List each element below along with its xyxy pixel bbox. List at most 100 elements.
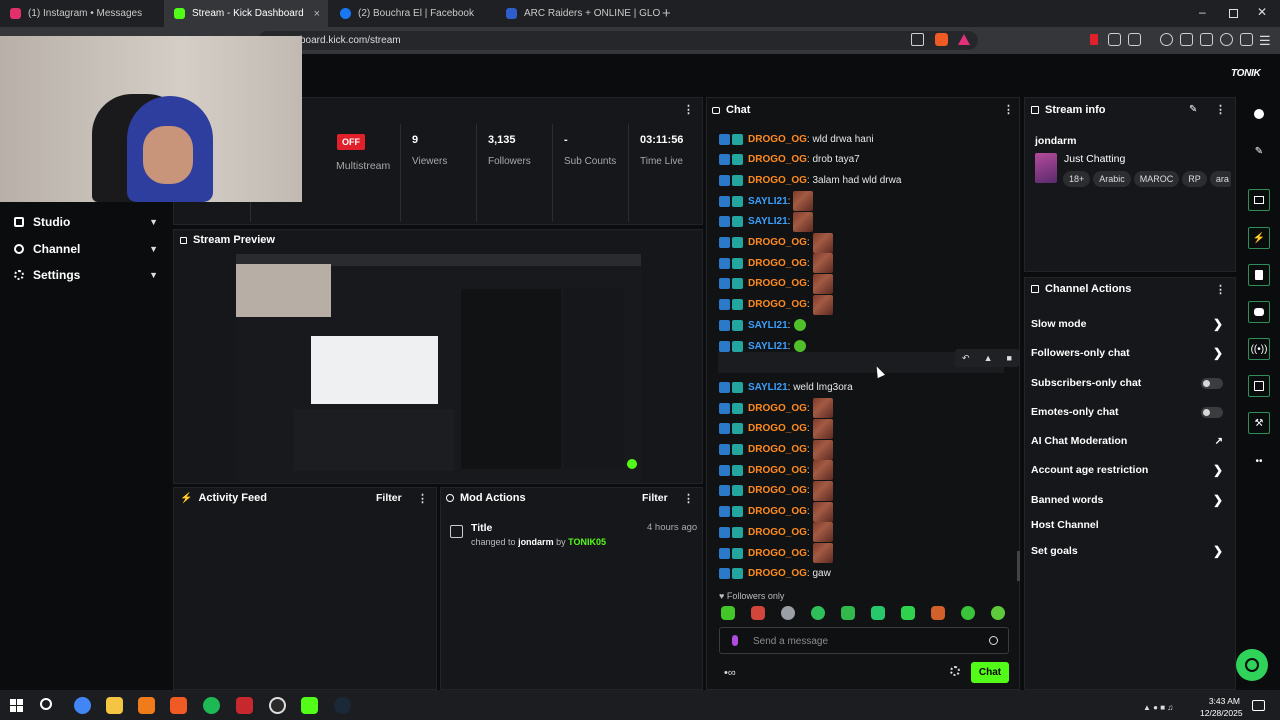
chat-username[interactable]: DROGO_OG bbox=[748, 548, 807, 559]
chat-badge-icons[interactable]: •∞ bbox=[724, 667, 736, 679]
music-icon[interactable] bbox=[1160, 33, 1173, 46]
chat-username[interactable]: DROGO_OG bbox=[748, 444, 807, 455]
support-chat-button[interactable] bbox=[1236, 649, 1268, 681]
action-banned-words[interactable]: Banned words ❯ bbox=[1031, 492, 1229, 508]
chat-username[interactable]: DROGO_OG bbox=[748, 403, 807, 414]
detail-actor[interactable]: TONIK05 bbox=[568, 537, 606, 547]
action-slow-mode[interactable]: Slow mode ❯ bbox=[1031, 316, 1229, 332]
chat-message[interactable]: DROGO_OG: wld drwa hani bbox=[719, 130, 874, 148]
chat-message[interactable]: DROGO_OG: bbox=[719, 522, 833, 543]
sidebar-item-settings[interactable]: Settings ▼ bbox=[14, 268, 162, 282]
chat-message[interactable]: SAYLI21: bbox=[719, 316, 807, 334]
microphone-icon[interactable] bbox=[732, 635, 738, 646]
chat-username[interactable]: DROGO_OG bbox=[748, 527, 807, 538]
action-set-goals[interactable]: Set goals ❯ bbox=[1031, 543, 1229, 559]
chat-scrollbar[interactable] bbox=[1017, 551, 1020, 581]
preview-toggle-icon[interactable] bbox=[1248, 189, 1270, 211]
chat-username[interactable]: DROGO_OG bbox=[748, 299, 807, 310]
tab-facebook[interactable]: (2) Bouchra El | Facebook bbox=[330, 0, 494, 27]
chat-message[interactable]: DROGO_OG: drob taya7 bbox=[719, 151, 860, 169]
brave-shield-icon[interactable] bbox=[935, 33, 948, 46]
minimize-icon[interactable]: – bbox=[1199, 5, 1206, 19]
chat-username[interactable]: DROGO_OG bbox=[748, 485, 807, 496]
chat-message[interactable]: DROGO_OG: bbox=[719, 232, 833, 253]
chat-username[interactable]: DROGO_OG bbox=[748, 568, 807, 579]
chrome-icon[interactable] bbox=[74, 697, 91, 714]
chat-message[interactable]: DROGO_OG: bbox=[719, 398, 833, 419]
emote-icon[interactable] bbox=[781, 606, 795, 620]
action-host-channel[interactable]: Host Channel bbox=[1031, 517, 1229, 533]
taskbar-clock[interactable]: 3:43 AM 12/28/2025 bbox=[1200, 695, 1243, 719]
tab-arc-raiders[interactable]: ARC Raiders + ONLINE | GLOBAL | AI bbox=[496, 0, 660, 27]
share-icon[interactable] bbox=[911, 33, 924, 46]
chat-username[interactable]: SAYLI21 bbox=[748, 196, 788, 207]
more-options-icon[interactable]: ⋮ bbox=[1215, 283, 1226, 296]
chat-toggle-icon[interactable] bbox=[1248, 301, 1270, 323]
edit-icon[interactable]: ✎ bbox=[1248, 140, 1270, 162]
stream-info-toggle-icon[interactable] bbox=[1248, 375, 1270, 397]
emote-icon[interactable] bbox=[961, 606, 975, 620]
chat-message[interactable]: DROGO_OG: bbox=[719, 253, 833, 274]
vpn-icon[interactable] bbox=[1240, 33, 1253, 46]
category-name[interactable]: Just Chatting bbox=[1064, 153, 1125, 165]
tools-toggle-icon[interactable]: ⚒ bbox=[1248, 412, 1270, 434]
extensions-icon[interactable] bbox=[1108, 33, 1121, 46]
windows-start-icon[interactable] bbox=[10, 699, 23, 712]
multistream-label[interactable]: Multistream bbox=[336, 160, 390, 172]
menu-icon[interactable]: ☰ bbox=[1259, 33, 1271, 49]
recording-icon[interactable] bbox=[1090, 34, 1098, 45]
sidebar-item-studio[interactable]: Studio ▼ bbox=[14, 215, 162, 229]
layout-icon[interactable]: •• bbox=[1248, 450, 1270, 472]
close-tab-icon[interactable]: × bbox=[314, 8, 320, 20]
chat-message[interactable]: DROGO_OG: 3alam had wld drwa bbox=[719, 171, 901, 189]
chat-username[interactable]: DROGO_OG bbox=[748, 258, 807, 269]
new-tab-button[interactable]: + bbox=[662, 5, 671, 22]
emoji-icon[interactable] bbox=[989, 636, 998, 645]
restore-icon[interactable] bbox=[1229, 9, 1238, 18]
more-options-icon[interactable]: ⋮ bbox=[1003, 103, 1014, 116]
pin-icon[interactable]: ▲ bbox=[984, 353, 993, 363]
broadcast-toggle-icon[interactable]: ((•)) bbox=[1248, 338, 1270, 360]
subscribers-only-toggle[interactable] bbox=[1201, 377, 1223, 389]
chat-message[interactable]: DROGO_OG: bbox=[719, 418, 833, 439]
app-icon[interactable] bbox=[138, 697, 155, 714]
info-icon[interactable] bbox=[1248, 103, 1270, 125]
spotify-icon[interactable] bbox=[203, 697, 220, 714]
system-tray-icons[interactable]: ▲ ● ■ ♫ bbox=[1143, 703, 1173, 712]
obs-icon[interactable] bbox=[269, 697, 286, 714]
more-options-icon[interactable]: ⋮ bbox=[683, 103, 694, 116]
emote-icon[interactable] bbox=[931, 606, 945, 620]
close-window-icon[interactable]: ✕ bbox=[1257, 5, 1267, 19]
voicemeeter-icon[interactable] bbox=[236, 697, 253, 714]
chat-message[interactable]: DROGO_OG: bbox=[719, 439, 833, 460]
edit-pencil-icon[interactable]: ✎ bbox=[1189, 104, 1197, 115]
activity-toggle-icon[interactable]: ⚡ bbox=[1248, 227, 1270, 249]
brave-icon[interactable] bbox=[170, 697, 187, 714]
chat-username[interactable]: DROGO_OG bbox=[748, 423, 807, 434]
chat-message[interactable]: DROGO_OG: bbox=[719, 480, 833, 501]
action-ai-moderation[interactable]: AI Chat Moderation ↗ bbox=[1031, 433, 1229, 449]
filter-button[interactable]: Filter bbox=[642, 492, 668, 504]
chat-username[interactable]: DROGO_OG bbox=[748, 154, 807, 165]
sidebar-toggle-icon[interactable] bbox=[1180, 33, 1193, 46]
more-options-icon[interactable]: ⋮ bbox=[1215, 103, 1226, 116]
delete-icon[interactable]: ■ bbox=[1007, 353, 1012, 363]
filter-button[interactable]: Filter bbox=[376, 492, 402, 504]
search-icon[interactable] bbox=[40, 698, 52, 710]
stream-preview-video[interactable] bbox=[236, 254, 641, 482]
chat-message[interactable]: DROGO_OG: bbox=[719, 543, 833, 563]
chat-username[interactable]: DROGO_OG bbox=[748, 506, 807, 517]
action-account-age[interactable]: Account age restriction ❯ bbox=[1031, 462, 1229, 478]
chat-username[interactable]: DROGO_OG bbox=[748, 134, 807, 145]
chat-username[interactable]: SAYLI21 bbox=[748, 382, 788, 393]
more-options-icon[interactable]: ⋮ bbox=[683, 492, 694, 505]
emote-icon[interactable] bbox=[751, 606, 765, 620]
chat-message[interactable]: SAYLI21: weld lmg3ora bbox=[719, 378, 853, 396]
file-explorer-icon[interactable] bbox=[106, 697, 123, 714]
tab-kick-dashboard[interactable]: Stream - Kick Dashboard × bbox=[164, 0, 328, 27]
notifications-icon[interactable] bbox=[1252, 700, 1265, 711]
brave-rewards-icon[interactable] bbox=[958, 34, 970, 45]
emote-icon[interactable] bbox=[871, 606, 885, 620]
kick-studio-icon[interactable] bbox=[301, 697, 318, 714]
chat-message[interactable]: DROGO_OG: bbox=[719, 501, 833, 522]
